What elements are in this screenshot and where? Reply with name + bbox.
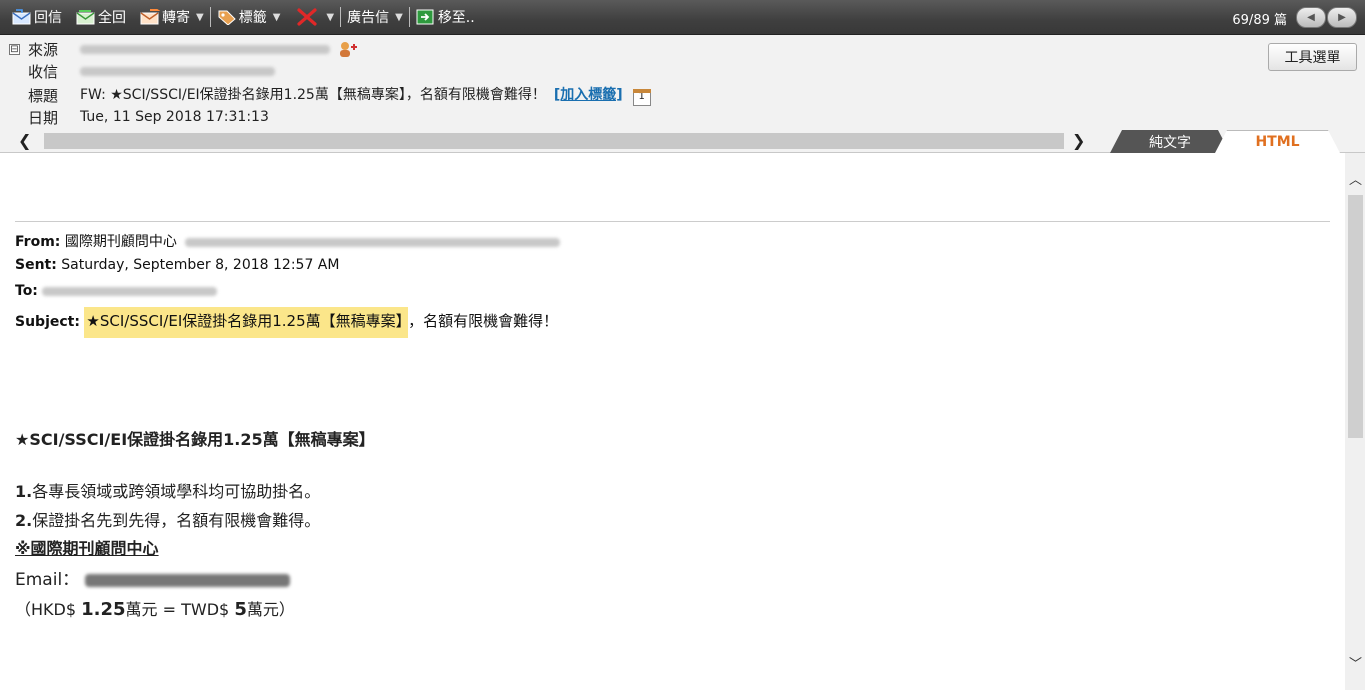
tag-icon <box>217 9 237 26</box>
junk-button[interactable]: 廣告信 ▼ <box>347 0 403 35</box>
org-name: ※國際期刊顧問中心 <box>15 539 159 558</box>
message-body: From: 國際期刊顧問中心 Sent: Saturday, September… <box>0 153 1345 690</box>
fwd-to-line: To: <box>15 283 218 299</box>
email-line: Email： <box>15 565 290 590</box>
list-item-1: 1.各專長領域或跨領域學科均可協助掛名。 <box>15 478 320 502</box>
message-counter: 69/89 篇 <box>1232 13 1287 28</box>
junk-label: 廣告信 <box>347 10 390 26</box>
fwd-to-email-redacted <box>42 286 218 296</box>
calendar-icon[interactable]: 1 <box>632 89 651 106</box>
fwd-subject-rest: ，名額有限機會難得！ <box>408 312 559 330</box>
subject-label: 標題 <box>28 86 59 105</box>
price-line: （HKD$ 1.25萬元 = TWD$ 5萬元） <box>15 596 295 620</box>
message-header: ⊟ 來源 收信 標題 FW: ★SCI/SSCI/EI保證掛名錄用1.25萬【無… <box>0 35 1365 153</box>
forward-button[interactable]: 轉寄 ▼ <box>140 0 204 35</box>
tool-menu-button[interactable]: 工具選單 <box>1268 43 1357 71</box>
list-item-2: 2.保證掛名先到先得，名額有限機會難得。 <box>15 507 320 531</box>
fwd-sent-label: Sent: <box>15 257 57 273</box>
item2-number: 2. <box>15 511 33 530</box>
price-open: （HKD$ <box>15 600 82 619</box>
price-close: 萬元） <box>246 600 295 619</box>
next-arrow-icon: ▶ <box>1338 12 1346 23</box>
tab-html[interactable]: HTML <box>1215 130 1340 153</box>
message-nav: ◀ ▶ <box>1295 7 1357 28</box>
email-label: Email： <box>15 570 80 590</box>
price-hkd: 1.25 <box>81 599 126 620</box>
scroll-left-icon[interactable]: ❮ <box>18 131 31 150</box>
subject-line: FW: ★SCI/SSCI/EI保證掛名錄用1.25萬【無稿專案】，名額有限機會… <box>80 84 651 106</box>
date-value: Tue, 11 Sep 2018 17:31:13 <box>80 109 269 125</box>
fwd-from-label: From: <box>15 234 61 250</box>
prev-arrow-icon: ◀ <box>1307 12 1315 23</box>
toolbar-divider <box>209 7 211 27</box>
headline: ★SCI/SSCI/EI保證掛名錄用1.25萬【無稿專案】 <box>15 430 375 449</box>
fwd-sent-value: Saturday, September 8, 2018 12:57 AM <box>61 257 340 273</box>
reply-icon <box>12 9 32 25</box>
toolbar-divider <box>340 7 342 27</box>
tag-dropdown-icon[interactable]: ▼ <box>273 12 281 23</box>
scroll-track[interactable] <box>44 133 1064 149</box>
junk-dropdown-icon[interactable]: ▼ <box>395 12 403 23</box>
from-label: 來源 <box>28 40 59 59</box>
from-address-redacted <box>80 40 358 58</box>
item1-text: 各專長領域或跨領域學科均可協助掛名。 <box>32 482 321 501</box>
horizontal-scrollbar[interactable]: ❮ ❯ <box>0 129 1100 153</box>
price-mid: 萬元 = TWD$ <box>125 600 235 619</box>
price-twd: 5 <box>234 599 247 620</box>
reply-all-label: 全回 <box>98 10 126 26</box>
next-message-button[interactable]: ▶ <box>1327 7 1357 28</box>
forward-label: 轉寄 <box>162 10 190 26</box>
scroll-right-icon[interactable]: ❯ <box>1072 131 1085 150</box>
reply-label: 回信 <box>34 10 62 26</box>
tab-plain-text[interactable]: 純文字 <box>1110 130 1230 153</box>
fwd-subject-line: Subject: ★SCI/SSCI/EI保證掛名錄用1.25萬【無稿專案】 ，名… <box>15 307 559 338</box>
vertical-scrollbar[interactable]: ︿ ﹀ <box>1345 153 1365 690</box>
fwd-from-name: 國際期刊顧問中心 <box>64 234 177 250</box>
mail-toolbar: 回信 全回 轉寄 ▼ 標籤 ▼ ▼ 廣告信 ▼ 移至.. 69/89 篇 ◀ ▶ <box>0 0 1365 35</box>
prev-message-button[interactable]: ◀ <box>1296 7 1326 28</box>
to-label: 收信 <box>28 62 59 81</box>
delete-button[interactable]: ▼ <box>296 0 334 35</box>
fwd-subject-label: Subject: <box>15 314 80 330</box>
toolbar-divider <box>408 7 410 27</box>
email-redacted <box>84 573 290 587</box>
reply-button[interactable]: 回信 <box>12 0 62 35</box>
delete-dropdown-icon[interactable]: ▼ <box>326 12 334 23</box>
divider <box>15 221 1330 222</box>
move-label: 移至.. <box>437 10 475 26</box>
to-address-redacted <box>80 63 275 79</box>
item1-number: 1. <box>15 482 33 501</box>
fwd-from-email-redacted <box>185 237 561 247</box>
scroll-down-icon[interactable]: ﹀ <box>1349 653 1362 672</box>
fwd-to-label: To: <box>15 283 38 299</box>
delete-x-icon <box>296 7 318 27</box>
subject-value: FW: ★SCI/SSCI/EI保證掛名錄用1.25萬【無稿專案】，名額有限機會… <box>80 87 546 103</box>
add-tag-link[interactable]: [加入標籤] <box>554 87 623 103</box>
add-contact-icon[interactable] <box>338 40 358 58</box>
collapse-header-icon[interactable]: ⊟ <box>9 44 20 55</box>
item2-text: 保證掛名先到先得，名額有限機會難得。 <box>32 511 321 530</box>
reply-all-icon <box>76 9 96 25</box>
forward-dropdown-icon[interactable]: ▼ <box>196 12 204 23</box>
tag-label: 標籤 <box>238 10 267 26</box>
scroll-thumb[interactable] <box>1348 195 1363 438</box>
fwd-subject-highlight: ★SCI/SSCI/EI保證掛名錄用1.25萬【無稿專案】 <box>84 307 409 338</box>
tag-button[interactable]: 標籤 ▼ <box>217 0 281 35</box>
fwd-from-line: From: 國際期刊顧問中心 <box>15 231 561 251</box>
forward-icon <box>140 7 161 25</box>
fwd-sent-line: Sent: Saturday, September 8, 2018 12:57 … <box>15 257 339 273</box>
move-folder-icon <box>416 9 436 25</box>
reply-all-button[interactable]: 全回 <box>76 0 126 35</box>
scroll-up-icon[interactable]: ︿ <box>1349 169 1362 188</box>
move-to-button[interactable]: 移至.. <box>416 0 475 35</box>
date-label: 日期 <box>28 108 59 127</box>
